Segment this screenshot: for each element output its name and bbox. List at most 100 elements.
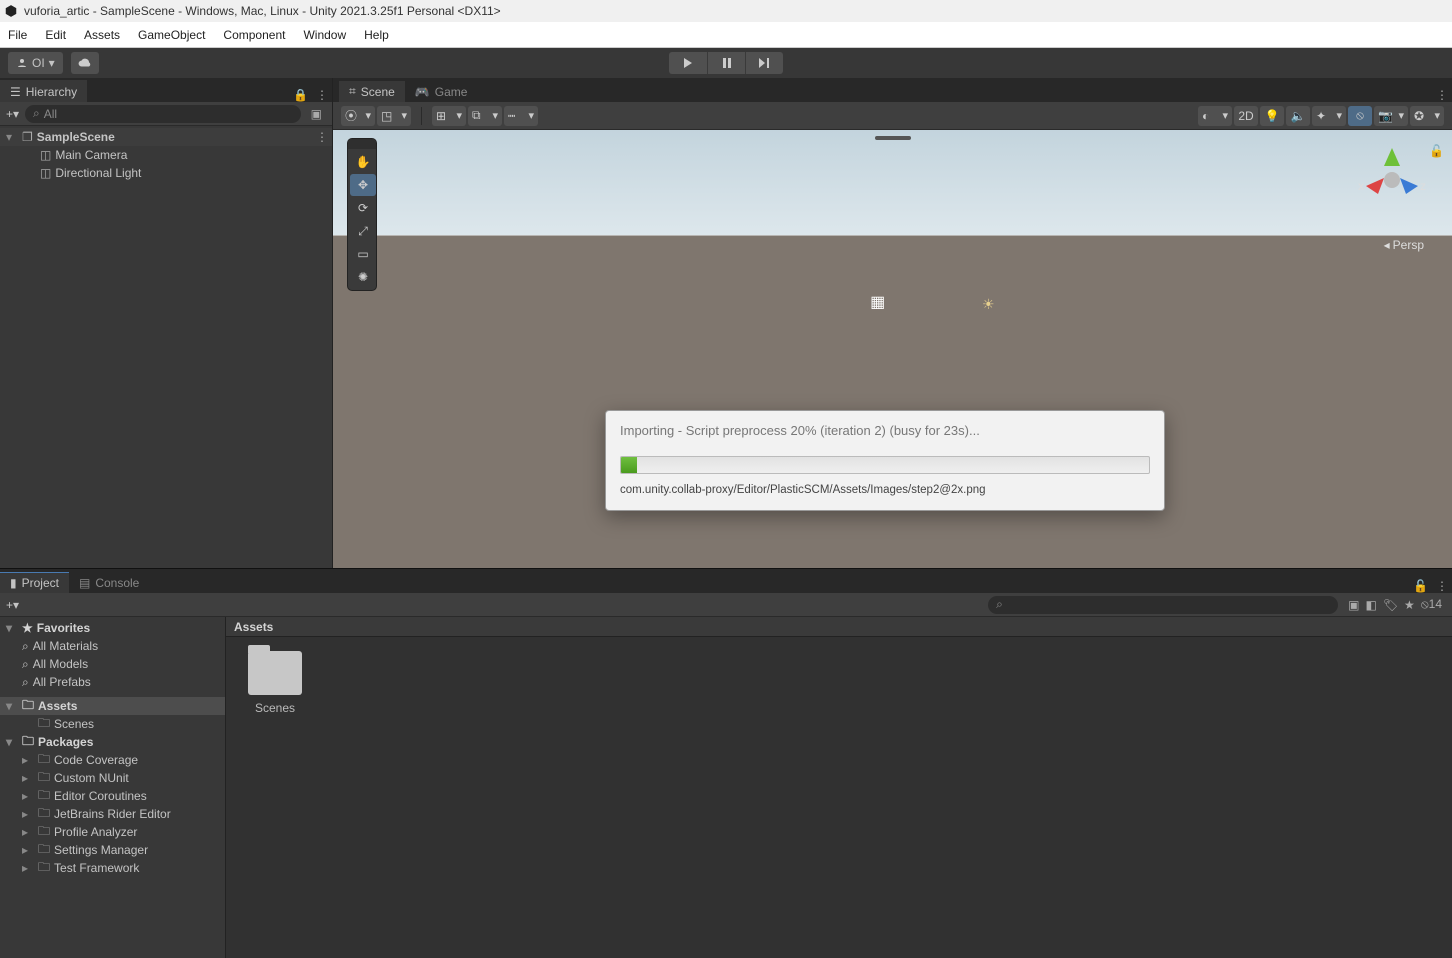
assets-header[interactable]: ▾🗀Assets bbox=[0, 697, 225, 715]
gizmos-dropdown[interactable]: ✪▾ bbox=[1410, 106, 1444, 126]
camera-dropdown[interactable]: 📷▾ bbox=[1374, 106, 1408, 126]
import-progress-dialog: Importing - Script preprocess 20% (itera… bbox=[605, 410, 1165, 511]
project-tab[interactable]: ▮Project bbox=[0, 572, 69, 593]
favorite-item[interactable]: ⌕All Materials bbox=[0, 637, 225, 655]
hierarchy-icon: ☰ bbox=[10, 85, 21, 99]
scene-tab-label: Scene bbox=[361, 85, 395, 99]
search-icon: ⌕ bbox=[22, 675, 29, 690]
gameobject-icon: ◫ bbox=[40, 166, 51, 180]
menu-help[interactable]: Help bbox=[364, 28, 389, 42]
cloud-button[interactable] bbox=[71, 52, 99, 74]
menu-file[interactable]: File bbox=[8, 28, 27, 42]
search-filter-button[interactable]: ▣ bbox=[307, 107, 326, 121]
play-button[interactable] bbox=[669, 52, 707, 74]
draw-mode-dropdown[interactable]: ◐▾ bbox=[1198, 106, 1232, 126]
package-row[interactable]: ▸🗀Settings Manager bbox=[0, 841, 225, 859]
folder-icon: ▮ bbox=[10, 576, 17, 590]
console-tab[interactable]: ▤Console bbox=[69, 573, 149, 593]
search-by-label-button[interactable]: ◧ bbox=[1365, 598, 1376, 612]
folder-row[interactable]: 🗀Scenes bbox=[0, 715, 225, 733]
handle-rotation-dropdown[interactable]: ◳▾ bbox=[377, 106, 411, 126]
search-icon: ⌕ bbox=[22, 639, 29, 654]
search-by-type-button[interactable]: ▣ bbox=[1348, 598, 1359, 612]
scene-tab[interactable]: ⌗Scene bbox=[339, 81, 405, 102]
2d-label: 2D bbox=[1238, 109, 1253, 123]
transform-tool[interactable]: ✺ bbox=[350, 266, 376, 288]
project-panel: ▮Project ▤Console 🔓 ⋮ +▾ ⌕ ▣ ◧ 🏷 ★ ⦸14 ▾… bbox=[0, 568, 1452, 958]
camera-gizmo-icon[interactable]: ▦ bbox=[870, 292, 885, 312]
eye-off-icon: ⦸ bbox=[1356, 108, 1364, 123]
hierarchy-search[interactable]: ⌕ All bbox=[25, 105, 301, 123]
rotate-tool[interactable]: ⟳ bbox=[350, 197, 376, 219]
2d-toggle[interactable]: 2D bbox=[1234, 106, 1258, 126]
kebab-icon[interactable]: ⋮ bbox=[1432, 579, 1452, 593]
gameobject-row[interactable]: ◫ Directional Light bbox=[0, 164, 332, 182]
lighting-toggle[interactable]: 💡 bbox=[1260, 106, 1284, 126]
package-row[interactable]: ▸🗀Code Coverage bbox=[0, 751, 225, 769]
kebab-icon[interactable]: ⋮ bbox=[312, 88, 332, 102]
menu-assets[interactable]: Assets bbox=[84, 28, 120, 42]
projection-label[interactable]: ◂Persp bbox=[1384, 238, 1424, 252]
project-search[interactable]: ⌕ bbox=[988, 596, 1338, 614]
shaded-icon: ◐ bbox=[1202, 109, 1209, 123]
lock-icon[interactable]: 🔓 bbox=[1429, 144, 1444, 158]
menu-component[interactable]: Component bbox=[223, 28, 285, 42]
fx-dropdown[interactable]: ✦▾ bbox=[1312, 106, 1346, 126]
orientation-gizmo[interactable]: x z bbox=[1352, 140, 1432, 220]
menu-gameobject[interactable]: GameObject bbox=[138, 28, 205, 42]
scene-root-row[interactable]: ▾ ❐ SampleScene ⋮ bbox=[0, 128, 332, 146]
asset-folder[interactable]: Scenes bbox=[240, 651, 310, 715]
favorite-item[interactable]: ⌕All Prefabs bbox=[0, 673, 225, 691]
increment-snap-dropdown[interactable]: ┉▾ bbox=[504, 106, 538, 126]
package-row[interactable]: ▸🗀Test Framework bbox=[0, 859, 225, 877]
packages-header[interactable]: ▾🗀Packages bbox=[0, 733, 225, 751]
play-controls bbox=[669, 52, 783, 74]
pivot-mode-dropdown[interactable]: ⦿▾ bbox=[341, 106, 375, 126]
package-row[interactable]: ▸🗀Custom NUnit bbox=[0, 769, 225, 787]
hierarchy-tab[interactable]: ☰ Hierarchy bbox=[0, 80, 87, 102]
hand-tool[interactable]: ✋ bbox=[350, 151, 376, 173]
account-dropdown[interactable]: OI ▾ bbox=[8, 52, 63, 74]
scale-tool[interactable]: ⤢ bbox=[350, 220, 376, 242]
grid-icon: ⊞ bbox=[436, 109, 446, 123]
kebab-icon[interactable]: ⋮ bbox=[1432, 88, 1452, 102]
lightbulb-icon: 💡 bbox=[1265, 109, 1280, 123]
progress-message: Importing - Script preprocess 20% (itera… bbox=[620, 423, 1150, 438]
audio-toggle[interactable]: 🔈 bbox=[1286, 106, 1310, 126]
package-row[interactable]: ▸🗀Editor Coroutines bbox=[0, 787, 225, 805]
search-icon: ⌕ bbox=[33, 106, 40, 121]
chevron-left-icon: ◂ bbox=[1384, 238, 1390, 252]
lock-icon[interactable]: 🔓 bbox=[1409, 579, 1432, 593]
asset-grid[interactable]: Scenes bbox=[226, 637, 1452, 958]
game-tab[interactable]: 🎮Game bbox=[405, 82, 478, 102]
move-tool[interactable]: ✥ bbox=[350, 174, 376, 196]
hidden-count: 14 bbox=[1429, 597, 1442, 611]
lock-icon[interactable]: 🔒 bbox=[289, 88, 312, 102]
breadcrumb[interactable]: Assets bbox=[226, 617, 1452, 637]
drag-handle[interactable] bbox=[875, 136, 911, 140]
add-button[interactable]: +▾ bbox=[6, 598, 19, 612]
axis-z-label: z bbox=[1420, 179, 1426, 193]
scene-visibility-toggle[interactable]: ⦸ bbox=[1348, 106, 1372, 126]
rect-tool[interactable]: ▭ bbox=[350, 243, 376, 265]
add-button[interactable]: +▾ bbox=[6, 107, 19, 121]
grid-snap-dropdown[interactable]: ⊞▾ bbox=[432, 106, 466, 126]
progress-path: com.unity.collab-proxy/Editor/PlasticSCM… bbox=[620, 484, 1150, 496]
favorite-item[interactable]: ⌕All Models bbox=[0, 655, 225, 673]
menu-window[interactable]: Window bbox=[303, 28, 346, 42]
favorites-header[interactable]: ▾★Favorites bbox=[0, 619, 225, 637]
package-row[interactable]: ▸🗀Profile Analyzer bbox=[0, 823, 225, 841]
save-search-button[interactable]: 🏷 bbox=[1383, 598, 1398, 612]
gameobject-row[interactable]: ◫ Main Camera bbox=[0, 146, 332, 164]
pause-button[interactable] bbox=[707, 52, 745, 74]
light-gizmo-icon[interactable]: ☀ bbox=[982, 296, 995, 313]
snap-settings-dropdown[interactable]: ⧉▾ bbox=[468, 106, 502, 126]
favorite-button[interactable]: ★ bbox=[1404, 598, 1415, 612]
menu-edit[interactable]: Edit bbox=[45, 28, 66, 42]
kebab-icon[interactable]: ⋮ bbox=[312, 130, 332, 144]
foldout-icon[interactable]: ▾ bbox=[6, 130, 18, 144]
step-button[interactable] bbox=[745, 52, 783, 74]
folder-icon: 🗀 bbox=[38, 858, 50, 879]
package-row[interactable]: ▸🗀JetBrains Rider Editor bbox=[0, 805, 225, 823]
hidden-toggle[interactable]: ⦸14 bbox=[1421, 597, 1442, 612]
